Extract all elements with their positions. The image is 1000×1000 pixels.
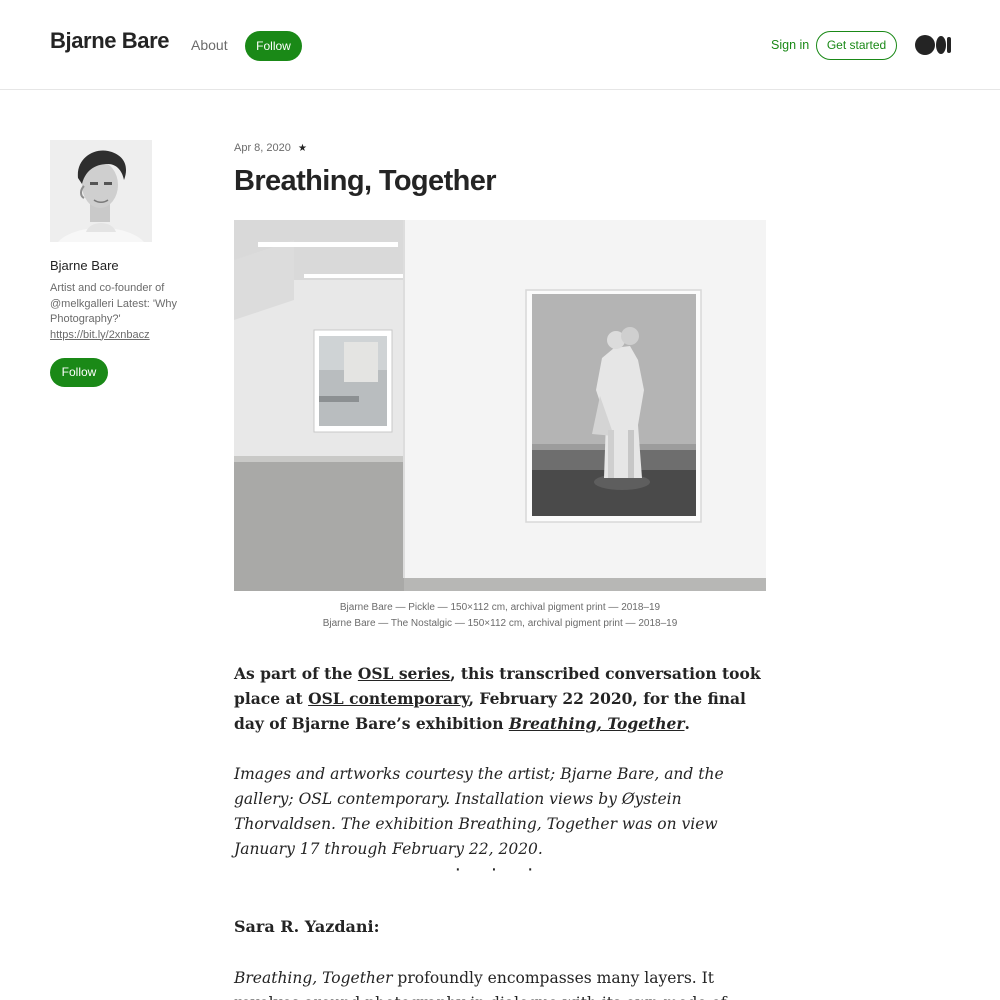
follow-author-button[interactable]: Follow	[50, 358, 108, 387]
article-meta: Apr 8, 2020 ★	[234, 142, 307, 154]
publication-name-link[interactable]: Bjarne Bare	[50, 28, 170, 54]
author-bio: Artist and co-founder of @melkgalleri La…	[50, 281, 185, 343]
medium-logo-icon[interactable]	[915, 35, 951, 55]
intro-text-4: .	[684, 714, 690, 733]
intro-paragraph: As part of the OSL series, this transcri…	[234, 661, 768, 736]
osl-series-link[interactable]: OSL series	[358, 664, 450, 683]
sign-in-link[interactable]: Sign in	[771, 38, 809, 52]
follow-publication-button[interactable]: Follow	[245, 31, 302, 61]
article-title: Breathing, Together	[234, 165, 497, 197]
image-caption: Bjarne Bare — Pickle — 150×112 cm, archi…	[234, 600, 766, 631]
speaker-heading: Sara R. Yazdani:	[234, 917, 380, 936]
author-portrait-image	[50, 140, 152, 242]
gallery-installation-photo	[234, 220, 766, 591]
speech-paragraph: Breathing, Together profoundly encompass…	[234, 966, 768, 1000]
speech-title-emphasis: Breathing, Together	[234, 969, 393, 987]
get-started-button[interactable]: Get started	[816, 31, 897, 60]
member-star-icon: ★	[297, 143, 307, 154]
author-name[interactable]: Bjarne Bare	[50, 258, 119, 273]
hero-image[interactable]	[234, 220, 766, 591]
exhibition-link[interactable]: Breathing, Together	[509, 714, 685, 733]
osl-contemporary-link[interactable]: OSL contemporary	[308, 689, 469, 708]
about-link[interactable]: About	[191, 37, 228, 53]
author-avatar[interactable]	[50, 140, 152, 242]
author-bio-text: Artist and co-founder of @melkgalleri La…	[50, 282, 177, 325]
intro-text-1: As part of the	[234, 664, 358, 683]
publish-date: Apr 8, 2020	[234, 142, 291, 154]
caption-line-2: Bjarne Bare — The Nostalgic — 150×112 cm…	[322, 617, 678, 629]
caption-line-1: Bjarne Bare — Pickle — 150×112 cm, archi…	[339, 602, 661, 613]
credits-paragraph: Images and artworks courtesy the artist;…	[234, 765, 724, 858]
section-divider: · · ·	[454, 858, 546, 880]
top-navigation-bar: Bjarne Bare About Follow Sign in Get sta…	[0, 0, 1000, 90]
author-website-link[interactable]: https://bit.ly/2xnbacz	[50, 329, 150, 341]
